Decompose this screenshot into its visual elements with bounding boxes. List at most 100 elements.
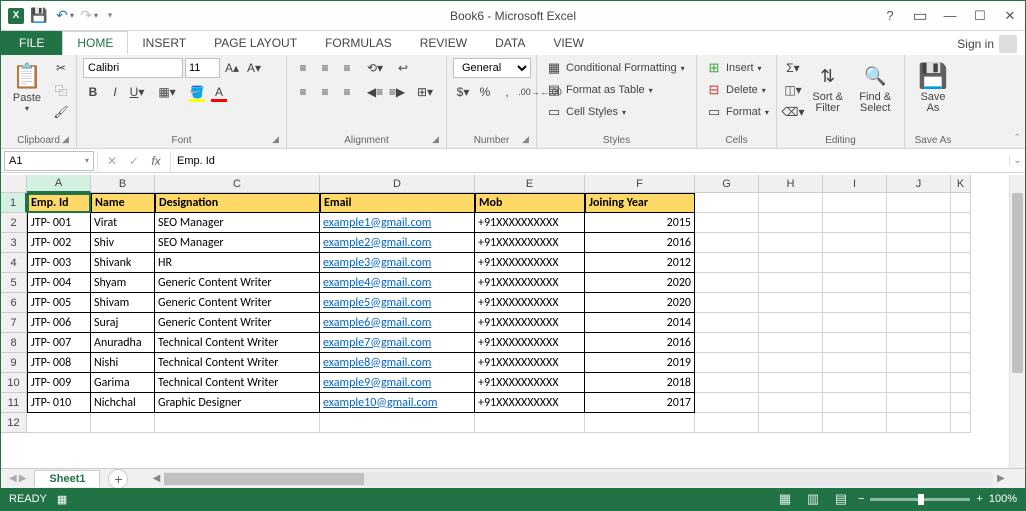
cell-J12[interactable] (887, 413, 951, 433)
excel-icon[interactable]: X (5, 5, 27, 27)
cell-C9[interactable]: Technical Content Writer (155, 353, 320, 373)
cell-I12[interactable] (823, 413, 887, 433)
row-header-9[interactable]: 9 (1, 353, 27, 373)
cell-G4[interactable] (695, 253, 759, 273)
column-header-E[interactable]: E (475, 175, 585, 193)
cell-H11[interactable] (759, 393, 823, 413)
sheet-nav-next-icon[interactable]: ▶ (19, 473, 27, 484)
cell-K6[interactable] (951, 293, 971, 313)
cell-G2[interactable] (695, 213, 759, 233)
accounting-icon[interactable]: $▾ (453, 82, 473, 102)
cell-I3[interactable] (823, 233, 887, 253)
conditional-formatting-button[interactable]: ▦Conditional Formatting▾ (543, 58, 688, 78)
cancel-formula-icon[interactable]: ✕ (102, 154, 122, 168)
cell-A12[interactable] (27, 413, 91, 433)
cell-J8[interactable] (887, 333, 951, 353)
format-cells-button[interactable]: ▭Format▾ (703, 102, 772, 122)
cell-E1[interactable]: Mob (475, 193, 585, 213)
column-header-C[interactable]: C (155, 175, 320, 193)
cell-A11[interactable]: JTP- 010 (27, 393, 91, 413)
cell-C4[interactable]: HR (155, 253, 320, 273)
cell-B8[interactable]: Anuradha (91, 333, 155, 353)
cell-J9[interactable] (887, 353, 951, 373)
scroll-left-icon[interactable]: ◀ (148, 473, 164, 484)
horizontal-scrollbar[interactable]: ◀ ▶ (148, 472, 1009, 486)
scrollbar-thumb[interactable] (164, 473, 364, 485)
undo-dropdown[interactable]: ▾ (70, 11, 74, 20)
cell-F1[interactable]: Joining Year (585, 193, 695, 213)
cell-G5[interactable] (695, 273, 759, 293)
tab-page-layout[interactable]: PAGE LAYOUT (200, 31, 311, 55)
cell-G10[interactable] (695, 373, 759, 393)
add-sheet-icon[interactable]: + (108, 469, 128, 489)
cell-K5[interactable] (951, 273, 971, 293)
cell-B5[interactable]: Shyam (91, 273, 155, 293)
cell-F3[interactable]: 2016 (585, 233, 695, 253)
cell-D5[interactable]: example4@gmail.com (320, 273, 475, 293)
zoom-in-icon[interactable]: + (976, 493, 982, 505)
row-header-6[interactable]: 6 (1, 293, 27, 313)
cell-D3[interactable]: example2@gmail.com (320, 233, 475, 253)
cell-E8[interactable]: +91XXXXXXXXXX (475, 333, 585, 353)
cell-D10[interactable]: example9@gmail.com (320, 373, 475, 393)
cell-B4[interactable]: Shivank (91, 253, 155, 273)
cell-F12[interactable] (585, 413, 695, 433)
cell-B3[interactable]: Shiv (91, 233, 155, 253)
column-header-B[interactable]: B (91, 175, 155, 193)
collapse-ribbon-icon[interactable]: ˆ (1015, 133, 1019, 145)
cell-B7[interactable]: Suraj (91, 313, 155, 333)
increase-font-icon[interactable]: A▴ (222, 58, 242, 78)
cell-B12[interactable] (91, 413, 155, 433)
vertical-scrollbar[interactable] (1009, 175, 1025, 468)
cell-D4[interactable]: example3@gmail.com (320, 253, 475, 273)
row-header-11[interactable]: 11 (1, 393, 27, 413)
maximize-icon[interactable]: ☐ (965, 4, 995, 28)
cell-A1[interactable]: Emp. Id (27, 193, 91, 213)
cell-G11[interactable] (695, 393, 759, 413)
sort-filter-button[interactable]: ⇅Sort & Filter (807, 58, 848, 116)
cell-C7[interactable]: Generic Content Writer (155, 313, 320, 333)
cell-K8[interactable] (951, 333, 971, 353)
column-header-K[interactable]: K (951, 175, 971, 193)
cell-A6[interactable]: JTP- 005 (27, 293, 91, 313)
cell-H8[interactable] (759, 333, 823, 353)
zoom-knob[interactable] (918, 494, 924, 505)
scroll-right-icon[interactable]: ▶ (993, 473, 1009, 484)
tab-view[interactable]: VIEW (539, 31, 598, 55)
increase-decimal-icon[interactable]: .00→ (519, 82, 539, 102)
column-header-I[interactable]: I (823, 175, 887, 193)
cell-styles-button[interactable]: ▭Cell Styles▾ (543, 102, 629, 122)
row-header-8[interactable]: 8 (1, 333, 27, 353)
cell-J1[interactable] (887, 193, 951, 213)
cell-I4[interactable] (823, 253, 887, 273)
page-layout-view-icon[interactable]: ▥ (802, 490, 824, 508)
number-format-select[interactable]: General (453, 58, 531, 78)
cell-K3[interactable] (951, 233, 971, 253)
cell-G12[interactable] (695, 413, 759, 433)
cell-C1[interactable]: Designation (155, 193, 320, 213)
cell-C11[interactable]: Graphic Designer (155, 393, 320, 413)
font-name-input[interactable] (83, 58, 183, 78)
fill-icon[interactable]: ◫▾ (783, 80, 803, 100)
column-header-J[interactable]: J (887, 175, 951, 193)
cell-H10[interactable] (759, 373, 823, 393)
cell-F2[interactable]: 2015 (585, 213, 695, 233)
cell-A7[interactable]: JTP- 006 (27, 313, 91, 333)
help-icon[interactable]: ? (875, 4, 905, 28)
cell-J6[interactable] (887, 293, 951, 313)
fill-color-icon[interactable]: 🪣 (187, 82, 207, 102)
cell-G3[interactable] (695, 233, 759, 253)
cell-I6[interactable] (823, 293, 887, 313)
cell-D6[interactable]: example5@gmail.com (320, 293, 475, 313)
column-header-D[interactable]: D (320, 175, 475, 193)
font-size-input[interactable] (185, 58, 220, 78)
cell-I5[interactable] (823, 273, 887, 293)
cells-area[interactable]: Emp. IdNameDesignationEmailMobJoining Ye… (27, 193, 1009, 452)
cell-C5[interactable]: Generic Content Writer (155, 273, 320, 293)
cell-E10[interactable]: +91XXXXXXXXXX (475, 373, 585, 393)
cell-K1[interactable] (951, 193, 971, 213)
cell-J3[interactable] (887, 233, 951, 253)
cell-E9[interactable]: +91XXXXXXXXXX (475, 353, 585, 373)
cell-K10[interactable] (951, 373, 971, 393)
cell-E6[interactable]: +91XXXXXXXXXX (475, 293, 585, 313)
